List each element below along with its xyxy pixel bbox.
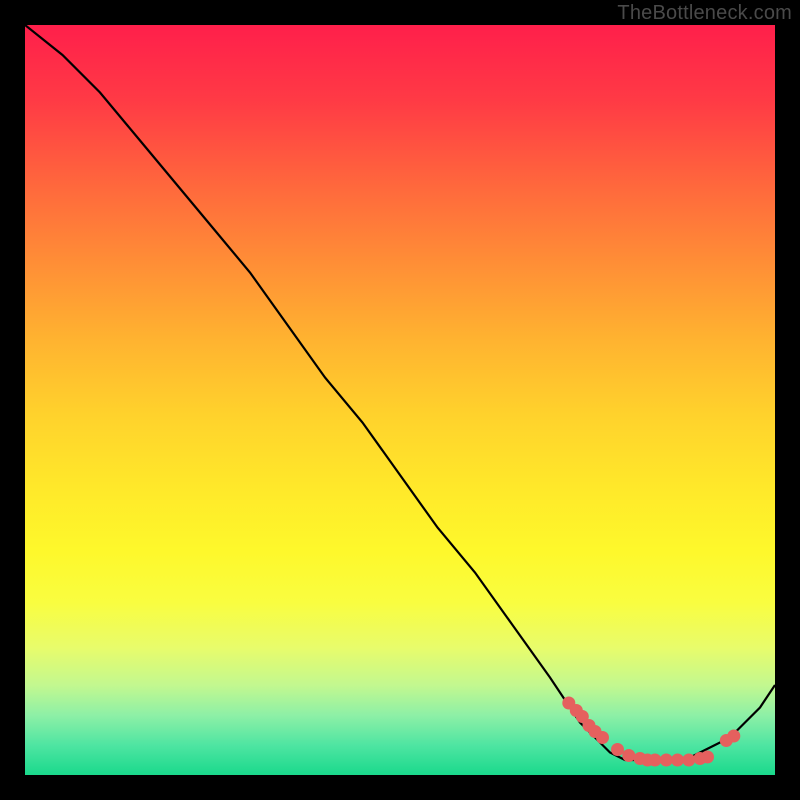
data-point: [682, 754, 695, 767]
data-point: [622, 749, 635, 762]
data-point: [649, 754, 662, 767]
marker-group: [562, 697, 740, 767]
data-point: [596, 731, 609, 744]
chart-container: TheBottleneck.com: [0, 0, 800, 800]
data-point: [701, 751, 714, 764]
data-point: [727, 730, 740, 743]
data-point: [611, 743, 624, 756]
data-point: [671, 754, 684, 767]
data-point: [660, 754, 673, 767]
chart-svg: [25, 25, 775, 775]
plot-area: [25, 25, 775, 775]
curve-line: [25, 25, 775, 760]
watermark-text: TheBottleneck.com: [617, 2, 792, 25]
